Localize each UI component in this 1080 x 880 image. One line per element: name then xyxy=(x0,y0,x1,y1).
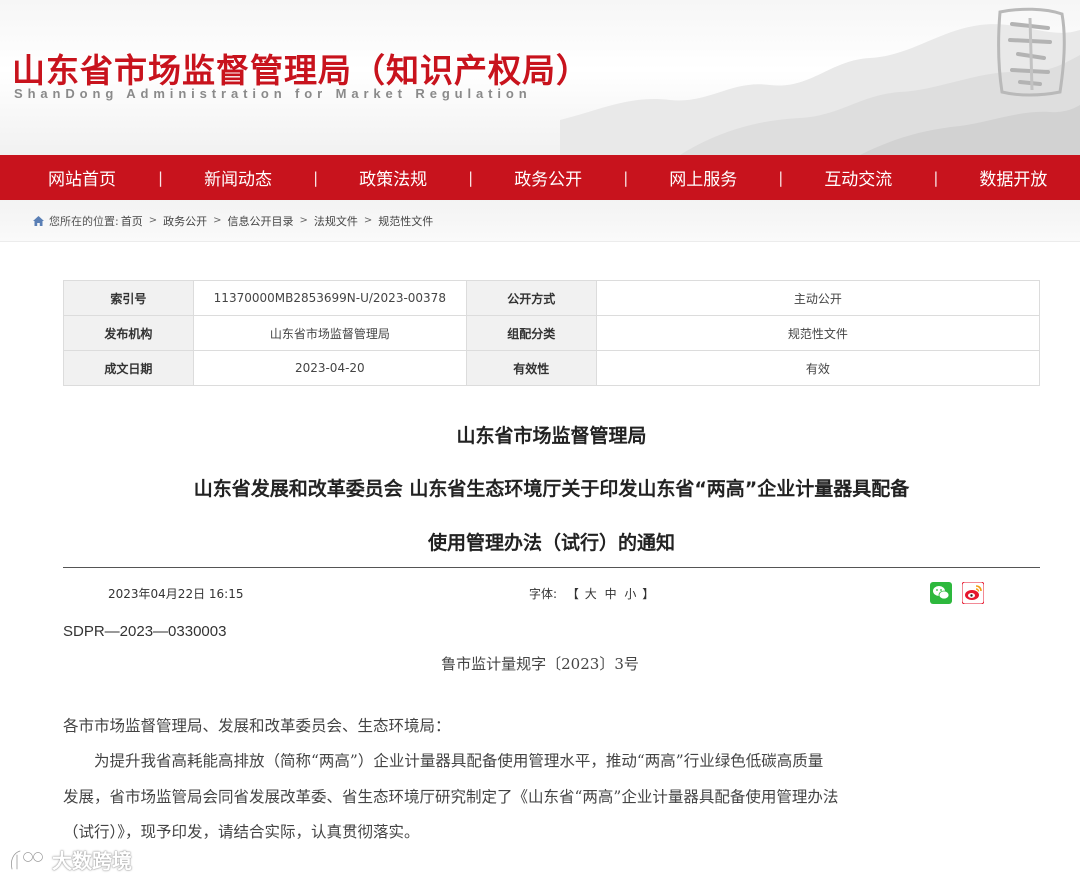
site-title: 山东省市场监督管理局（知识产权局） xyxy=(12,51,590,90)
nav-item-interaction[interactable]: 互动交流 xyxy=(824,165,892,190)
nav-separator: | xyxy=(778,168,784,187)
watermark-text: 大数跨境 xyxy=(52,849,132,873)
body-line-4: （试行）》，现予印发，请结合实际，认真贯彻落实。 xyxy=(63,823,420,841)
nav-item-policy[interactable]: 政策法规 xyxy=(359,165,427,190)
breadcrumb-public-affairs[interactable]: 政务公开 xyxy=(163,213,207,229)
font-size-large[interactable]: 大 xyxy=(585,587,597,601)
publisher-value: 山东省市场监督管理局 xyxy=(192,315,467,351)
nav-item-open-data[interactable]: 数据开放 xyxy=(979,165,1047,190)
disclosure-method-label: 公开方式 xyxy=(465,280,597,316)
document-info-table: 索引号 11370000MB2853699N-U/2023-00378 公开方式… xyxy=(63,280,1041,386)
weibo-icon[interactable] xyxy=(962,582,984,604)
nav-separator: | xyxy=(623,168,629,187)
nav-item-home[interactable]: 网站首页 xyxy=(48,165,116,190)
breadcrumb: 您所在的位置: 首页 > 政务公开 > 信息公开目录 > 法规文件 > 规范性文… xyxy=(0,200,1080,242)
nav-item-public-affairs[interactable]: 政务公开 xyxy=(514,165,582,190)
written-date-value: 2023-04-20 xyxy=(192,350,467,386)
article-title-line-2: 山东省发展和改革委员会 山东省生态环境厅关于印发山东省“两高”企业计量器具配备 xyxy=(193,478,910,500)
nav-item-online-services[interactable]: 网上服务 xyxy=(669,165,737,190)
nav-separator: | xyxy=(313,168,319,187)
article-title-line-3: 使用管理办法（试行）的通知 xyxy=(427,532,675,554)
font-size-small[interactable]: 小 xyxy=(624,587,636,601)
body-line-1: 各市市场监督管理局、发展和改革委员会、生态环境局： xyxy=(63,717,451,735)
watermark-logo-icon xyxy=(10,849,44,870)
breadcrumb-separator: > xyxy=(148,215,158,226)
font-bracket-close: 】 xyxy=(642,587,655,601)
title-divider xyxy=(63,567,1040,568)
breadcrumb-normative-docs[interactable]: 规范性文件 xyxy=(378,213,433,229)
disclosure-method-value: 主动公开 xyxy=(595,280,1041,316)
wechat-icon[interactable] xyxy=(930,582,952,604)
font-size-medium[interactable]: 中 xyxy=(605,587,617,601)
document-number: 鲁市监计量规字〔2023〕3号 xyxy=(441,655,639,673)
nav-separator: | xyxy=(933,168,939,187)
breadcrumb-separator: > xyxy=(363,215,373,226)
font-size-label: 字体: xyxy=(529,587,558,601)
font-size-selector: 字体: 【 大 中 小 】 xyxy=(529,585,654,602)
breadcrumb-home[interactable]: 首页 xyxy=(121,213,143,229)
sdpr-number: SDPR—2023—0330003 xyxy=(63,623,227,640)
calligraphy-seal-image xyxy=(997,7,1066,97)
breadcrumb-separator: > xyxy=(299,215,308,226)
validity-value: 有效 xyxy=(595,350,1041,386)
index-number-label: 索引号 xyxy=(63,280,194,316)
font-bracket-open: 【 xyxy=(566,587,579,601)
nav-item-news[interactable]: 新闻动态 xyxy=(204,165,272,190)
body-line-2: 为提升我省高耗能高排放（简称“两高”）企业计量器具配备使用管理水平，推动“两高”… xyxy=(63,752,824,770)
publish-date: 2023年04月22日 16:15 xyxy=(108,587,244,601)
breadcrumb-info-catalog[interactable]: 信息公开目录 xyxy=(228,213,294,229)
site-header: 山东省市场监督管理局（知识产权局） ShanDong Administratio… xyxy=(0,0,1080,155)
nav-separator: | xyxy=(468,168,474,187)
category-value: 规范性文件 xyxy=(595,315,1041,351)
main-nav: 网站首页 | 新闻动态 | 政策法规 | 政务公开 | 网上服务 | 互动交流 … xyxy=(0,155,1080,200)
article-title-line-1: 山东省市场监督管理局 xyxy=(456,425,647,447)
breadcrumb-regulations[interactable]: 法规文件 xyxy=(314,213,358,229)
nav-separator: | xyxy=(158,168,164,187)
body-line-3: 发展，省市场监管局会同省发展改革委、省生态环境厅研究制定了《山东省“两高”企业计… xyxy=(63,788,839,806)
category-label: 组配分类 xyxy=(465,315,597,351)
watermark: 大数跨境 xyxy=(8,845,132,874)
home-icon xyxy=(33,215,44,226)
validity-label: 有效性 xyxy=(465,350,597,386)
written-date-label: 成文日期 xyxy=(63,350,194,386)
table-row: 发布机构 山东省市场监督管理局 组配分类 规范性文件 xyxy=(63,315,1041,351)
table-row: 成文日期 2023-04-20 有效性 有效 xyxy=(63,350,1041,386)
publisher-label: 发布机构 xyxy=(63,315,194,351)
index-number-value: 11370000MB2853699N-U/2023-00378 xyxy=(192,280,467,316)
breadcrumb-prefix: 您所在的位置: xyxy=(49,214,119,228)
site-subtitle: ShanDong Administration for Market Regul… xyxy=(14,86,532,101)
table-row: 索引号 11370000MB2853699N-U/2023-00378 公开方式… xyxy=(63,280,1041,316)
breadcrumb-separator: > xyxy=(213,215,222,226)
